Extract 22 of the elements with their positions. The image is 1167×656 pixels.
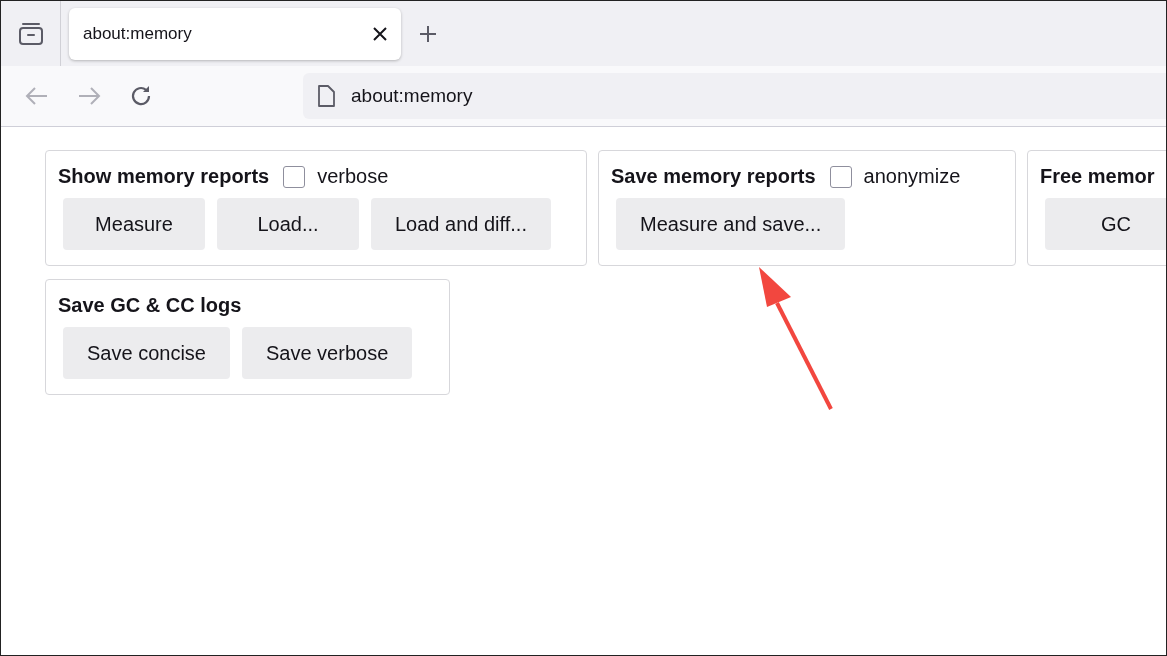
address-bar[interactable]: about:memory [303, 73, 1166, 119]
browser-tab[interactable]: about:memory [69, 7, 401, 60]
action-button[interactable]: Save verbose [241, 327, 413, 379]
checkbox[interactable] [829, 165, 852, 188]
action-button[interactable]: Measure and save... [616, 198, 846, 250]
action-button[interactable]: Save concise [63, 327, 230, 379]
checkbox-label[interactable]: anonymize [829, 165, 961, 188]
section-title: Show memory reports [57, 165, 270, 188]
checkbox[interactable] [283, 165, 306, 188]
checkbox-label[interactable]: verbose [283, 165, 389, 188]
action-button[interactable]: Measure [63, 198, 205, 250]
action-button[interactable]: Load... [217, 198, 359, 250]
plus-icon[interactable] [419, 24, 437, 43]
page-icon [317, 85, 335, 107]
section-title: Save memory reports [610, 165, 816, 188]
close-icon[interactable] [373, 26, 387, 41]
action-button[interactable]: GC [1045, 198, 1166, 250]
action-button[interactable]: Load and diff... [371, 198, 551, 250]
sidebar-icon[interactable] [17, 21, 44, 46]
section-title: Save GC & CC logs [57, 294, 242, 317]
reload-icon[interactable] [129, 84, 153, 108]
section-title: Free memor [1039, 165, 1155, 188]
